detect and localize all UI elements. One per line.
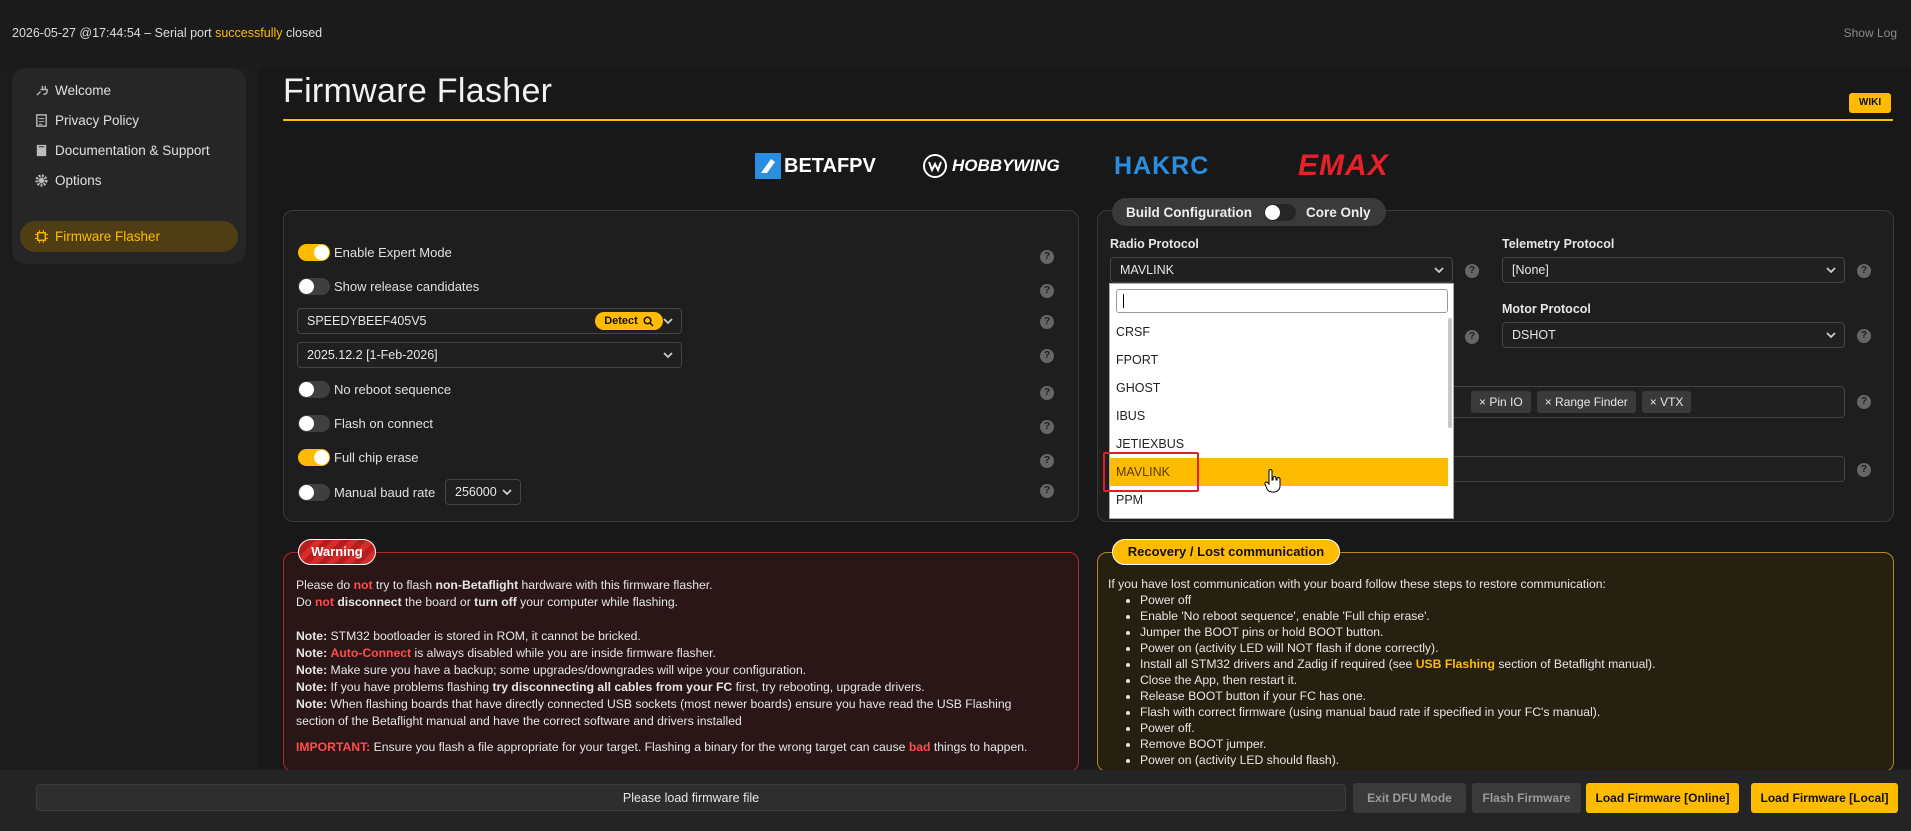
chevron-down-icon	[1826, 332, 1836, 339]
help-icon[interactable]: ?	[1040, 250, 1054, 264]
top-status-bar: 2026-05-27 @17:44:54 – Serial port succe…	[0, 0, 1911, 68]
book-icon	[36, 144, 47, 157]
warning-body: Please do not try to flash non-Betafligh…	[296, 578, 1028, 754]
emax-logo: EMAX	[1298, 149, 1389, 182]
help-icon[interactable]: ?	[1857, 463, 1871, 477]
sidebar-item-privacy[interactable]: Privacy Policy	[20, 105, 238, 136]
recovery-badge: Recovery / Lost communication	[1112, 539, 1340, 565]
sidebar-item-label: Firmware Flasher	[55, 229, 161, 244]
chip-icon	[34, 229, 49, 244]
help-icon[interactable]: ?	[1040, 386, 1054, 400]
wiki-button[interactable]: WIKI	[1849, 93, 1891, 113]
no-reboot-row: No reboot sequence	[298, 381, 451, 398]
manual-baud-row: Manual baud rate	[298, 484, 435, 501]
progress-bar: Please load firmware file	[36, 784, 1346, 811]
help-icon[interactable]: ?	[1857, 329, 1871, 343]
recovery-body: If you have lost communication with your…	[1108, 576, 1878, 768]
motor-protocol-select[interactable]: DSHOT	[1502, 322, 1845, 348]
sidebar-item-welcome[interactable]: Welcome	[20, 75, 238, 106]
hobbywing-icon	[923, 154, 947, 178]
chevron-down-icon	[663, 352, 673, 359]
status-message: 2026-05-27 @17:44:54 – Serial port succe…	[12, 26, 323, 40]
no-reboot-toggle[interactable]	[298, 381, 330, 398]
motor-protocol-label: Motor Protocol	[1502, 302, 1591, 316]
sidebar-item-label: Privacy Policy	[55, 113, 140, 128]
hand-cursor-icon	[1264, 469, 1281, 493]
selection-highlight-box	[1103, 452, 1199, 492]
full-chip-erase-row: Full chip erase	[298, 449, 419, 466]
sidebar-item-firmware-flasher[interactable]: Firmware Flasher	[20, 221, 238, 252]
help-icon[interactable]: ?	[1040, 484, 1054, 498]
dropdown-option[interactable]: GHOST	[1110, 374, 1448, 402]
radio-protocol-select[interactable]: MAVLINK	[1110, 257, 1453, 283]
help-icon[interactable]: ?	[1857, 264, 1871, 278]
help-icon[interactable]: ?	[1040, 454, 1054, 468]
load-firmware-online-button[interactable]: Load Firmware [Online]	[1586, 783, 1739, 813]
page-title: Firmware Flasher	[283, 72, 553, 110]
dropdown-option[interactable]: CRSF	[1110, 318, 1448, 346]
status-success-word: successfully	[215, 26, 283, 40]
option-tag[interactable]: × Pin IO	[1471, 391, 1531, 413]
help-icon[interactable]: ?	[1040, 349, 1054, 363]
release-candidates-toggle[interactable]	[298, 278, 330, 295]
plug-icon	[36, 85, 48, 96]
help-icon[interactable]: ?	[1465, 264, 1479, 278]
build-config-header: Build Configuration Core Only	[1112, 198, 1386, 226]
search-icon	[643, 315, 654, 327]
gear-icon	[35, 174, 48, 187]
help-icon[interactable]: ?	[1857, 395, 1871, 409]
sidebar: Welcome Privacy Policy Documentation & S…	[12, 68, 246, 264]
load-firmware-local-button[interactable]: Load Firmware [Local]	[1751, 783, 1898, 813]
hobbywing-logo: HOBBYWING	[922, 150, 1060, 182]
warning-badge: Warning	[298, 539, 376, 565]
baud-rate-select[interactable]: 256000	[445, 479, 521, 505]
help-icon[interactable]: ?	[1465, 330, 1479, 344]
sidebar-item-label: Documentation & Support	[55, 143, 210, 158]
expert-mode-toggle[interactable]	[298, 244, 330, 261]
full-chip-erase-toggle[interactable]	[298, 449, 330, 466]
telemetry-protocol-select[interactable]: [None]	[1502, 257, 1845, 283]
betafpv-icon	[755, 153, 781, 179]
detect-button[interactable]: Detect	[595, 312, 663, 330]
chevron-down-icon	[663, 318, 673, 325]
help-icon[interactable]: ?	[1040, 315, 1054, 329]
exit-dfu-button[interactable]: Exit DFU Mode	[1353, 783, 1466, 813]
chevron-down-icon	[1434, 267, 1444, 274]
firmware-version-select[interactable]: 2025.12.2 [1-Feb-2026]	[297, 342, 682, 368]
title-underline	[283, 119, 1893, 121]
sidebar-item-label: Welcome	[55, 83, 112, 98]
betafpv-logo: BETAFPV	[755, 150, 876, 182]
option-tag[interactable]: × VTX	[1641, 391, 1692, 413]
sidebar-item-options[interactable]: Options	[20, 165, 238, 196]
chevron-down-icon	[502, 489, 512, 496]
flash-firmware-button[interactable]: Flash Firmware	[1472, 783, 1581, 813]
document-icon	[36, 114, 47, 127]
dropdown-option[interactable]: FPORT	[1110, 346, 1448, 374]
core-only-toggle[interactable]	[1263, 203, 1296, 221]
flash-on-connect-toggle[interactable]	[298, 415, 330, 432]
flash-on-connect-row: Flash on connect	[298, 415, 433, 432]
dropdown-search-input[interactable]	[1116, 289, 1448, 313]
sidebar-item-label: Options	[55, 173, 102, 188]
radio-protocol-label: Radio Protocol	[1110, 237, 1199, 251]
release-candidates-row: Show release candidates	[298, 278, 479, 295]
help-icon[interactable]: ?	[1040, 420, 1054, 434]
show-log-link[interactable]: Show Log	[1844, 26, 1897, 40]
manual-baud-toggle[interactable]	[298, 484, 330, 501]
hakrc-logo: HAKRC	[1114, 151, 1210, 180]
telemetry-protocol-label: Telemetry Protocol	[1502, 237, 1615, 251]
expert-mode-row: Enable Expert Mode	[298, 244, 452, 261]
dropdown-option[interactable]: IBUS	[1110, 402, 1448, 430]
dropdown-scrollbar[interactable]	[1448, 318, 1452, 428]
option-tag[interactable]: × Range Finder	[1536, 391, 1636, 413]
help-icon[interactable]: ?	[1040, 284, 1054, 298]
chevron-down-icon	[1826, 267, 1836, 274]
sidebar-item-documentation[interactable]: Documentation & Support	[20, 135, 238, 166]
